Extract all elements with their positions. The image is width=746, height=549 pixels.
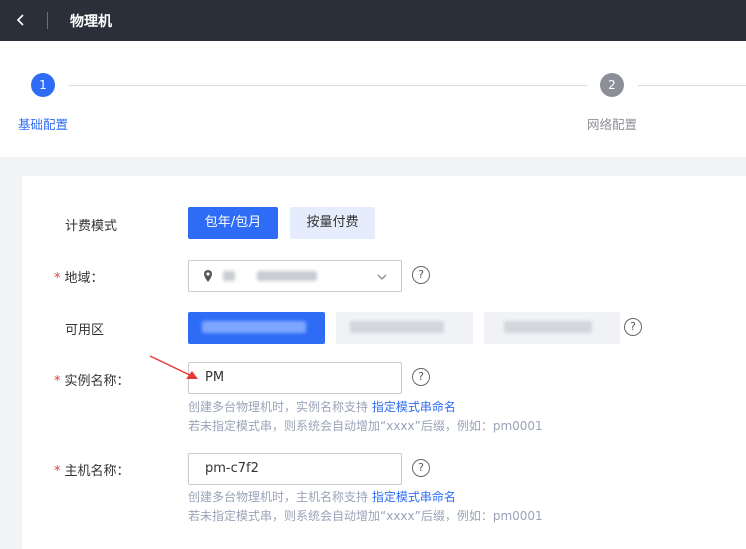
- instance-name-hint: 创建多台物理机时，实例名称支持 指定模式串命名: [188, 398, 456, 415]
- region-help-icon[interactable]: ?: [412, 266, 430, 284]
- step-1-label[interactable]: 基础配置: [18, 114, 68, 133]
- step-connector: [69, 85, 587, 86]
- step-2-label[interactable]: 网络配置: [587, 114, 637, 133]
- region-value-redacted: [223, 271, 235, 281]
- instance-name-suffix-hint: 若未指定模式串，则系统会自动增加“xxxx”后缀，例如：pm0001: [188, 419, 543, 433]
- step-2-circle[interactable]: 2: [600, 73, 624, 97]
- chevron-left-icon: [16, 14, 24, 26]
- host-name-suffix-hint: 若未指定模式串，则系统会自动增加“xxxx”后缀，例如：pm0001: [188, 509, 543, 523]
- chevron-down-icon: [377, 274, 387, 280]
- region-value-redacted: [257, 271, 317, 281]
- step-1-circle[interactable]: 1: [31, 73, 55, 97]
- host-name-hint-text: 创建多台物理机时，主机名称支持: [188, 490, 369, 504]
- billing-mode-label: 计费模式: [65, 219, 118, 234]
- region-label-text: 地域：: [64, 271, 104, 286]
- step-connector: [638, 85, 746, 86]
- instance-name-input[interactable]: PM: [188, 362, 402, 394]
- step-indicator: 1 2 基础配置 网络配置: [0, 41, 746, 157]
- required-mark: *: [54, 271, 61, 286]
- host-name-label: * 主机名称：: [54, 460, 130, 479]
- zone-name-redacted: [202, 321, 306, 333]
- required-mark: *: [54, 374, 61, 389]
- page-title: 物理机: [70, 14, 112, 30]
- host-name-hint: 创建多台物理机时，主机名称支持 指定模式串命名: [188, 488, 456, 505]
- region-label: * 地域：: [54, 267, 104, 286]
- top-bar: 物理机: [0, 0, 746, 41]
- instance-name-help-icon[interactable]: ?: [412, 368, 430, 386]
- instance-name-label-text: 实例名称：: [64, 374, 130, 389]
- zone-help-icon[interactable]: ?: [624, 318, 642, 336]
- back-button[interactable]: [10, 9, 32, 31]
- zone-name-redacted: [350, 321, 444, 333]
- billing-pay-as-you-go-button[interactable]: 按量付费: [290, 207, 375, 239]
- host-name-input[interactable]: pm-c7f2: [188, 453, 402, 485]
- zone-option-2[interactable]: [336, 312, 473, 344]
- instance-name-label: * 实例名称：: [54, 370, 130, 389]
- instance-name-hint-text: 创建多台物理机时，实例名称支持: [188, 400, 369, 414]
- host-name-pattern-link[interactable]: 指定模式串命名: [372, 490, 456, 504]
- region-select[interactable]: [188, 260, 402, 292]
- instance-name-pattern-link[interactable]: 指定模式串命名: [372, 400, 456, 414]
- zone-label: 可用区: [65, 323, 105, 338]
- host-name-label-text: 主机名称：: [64, 464, 130, 479]
- billing-yearly-monthly-button[interactable]: 包年/包月: [188, 207, 278, 239]
- required-mark: *: [54, 464, 61, 479]
- zone-option-3[interactable]: [484, 312, 620, 344]
- zone-name-redacted: [504, 321, 592, 333]
- header-divider: [47, 12, 48, 29]
- annotation-arrow-icon: [149, 355, 198, 379]
- location-pin-icon: [204, 270, 212, 282]
- zone-option-1[interactable]: [188, 312, 325, 344]
- host-name-help-icon[interactable]: ?: [412, 459, 430, 477]
